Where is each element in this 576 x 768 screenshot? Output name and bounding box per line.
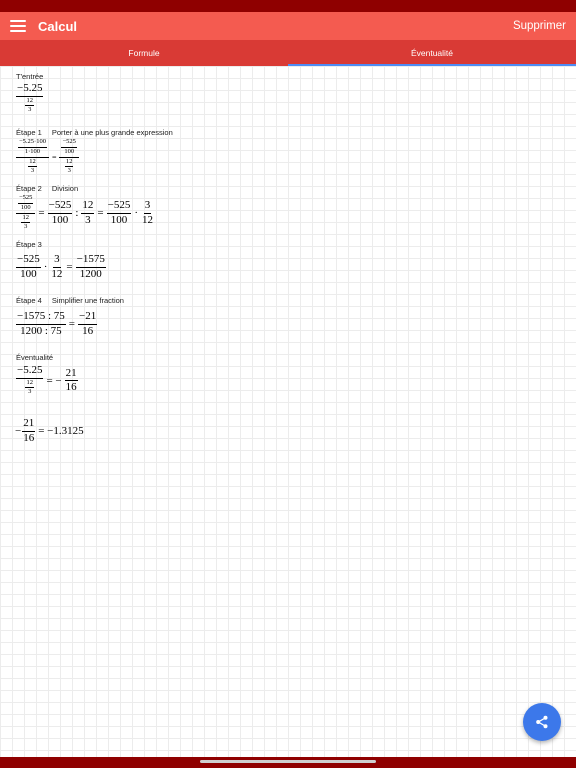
step2-expression: −525 100 12 3 = −525 100 : 12 3 = −525 1… [15,194,155,231]
result-expression: −5.25 12 3 = − 21 16 [16,364,78,396]
decimal-expression: − 21 16 = −1.3125 [15,417,84,444]
app-bar: Calcul Supprimer [0,12,576,40]
step4-label: Étape 4 Simplifier une fraction [16,296,124,305]
solution-area: T'entrée −5.25 12 3 Étape 1 Porter à une … [0,66,576,757]
step1-rhs-fraction: −525 100 12 3 [59,138,79,175]
step2-complex-fraction: −525 100 12 3 [16,194,36,231]
delete-button[interactable]: Supprimer [513,20,566,32]
share-icon [536,715,548,729]
input-label: T'entrée [16,72,44,81]
step1-lhs-fraction: −5.25·100 1·100 12 3 [16,138,49,175]
share-button[interactable] [523,703,561,741]
step1-label: Étape 1 Porter à une plus grande expressi… [16,128,173,137]
tab-formule[interactable]: Formule [0,40,288,66]
tab-bar: Formule Éventualité [0,40,576,66]
input-expression: −5.25 12 3 [15,82,44,114]
result-label: Éventualité [16,353,54,362]
home-indicator[interactable] [200,760,376,763]
hamburger-menu-icon[interactable] [10,20,26,32]
status-bar [0,0,576,12]
tab-eventualite[interactable]: Éventualité [288,40,576,66]
input-fraction: −5.25 12 3 [16,82,44,114]
step4-expression: −1575 : 75 1200 : 75 = −21 16 [16,310,98,337]
step1-expression: −5.25·100 1·100 12 3 = −525 100 12 3 [15,138,80,175]
step3-label: Étape 3 [16,240,42,249]
step3-expression: −525 100 · 3 12 = −1575 1200 [16,253,106,280]
step2-label: Étape 2 Division [16,184,79,193]
app-title: Calcul [38,18,78,34]
